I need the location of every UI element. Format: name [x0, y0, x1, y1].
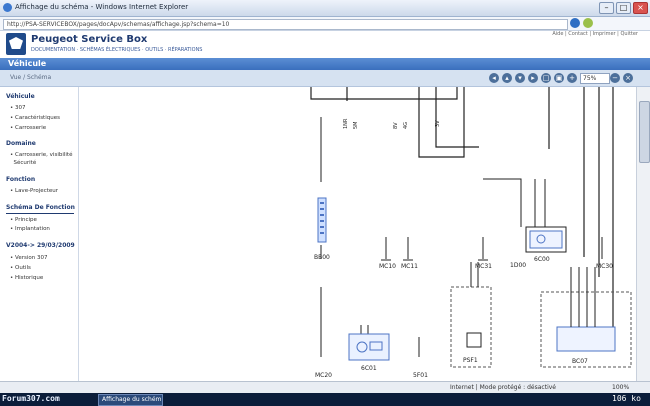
zoom-select[interactable]: 75%: [580, 73, 610, 84]
wire-label: 3V: [435, 120, 441, 127]
pan-right-icon[interactable]: ▸: [528, 73, 538, 83]
component-label: 1D00: [510, 262, 526, 269]
watermark-label: Forum307.com: [2, 394, 60, 403]
wire-label: 1NR: [343, 118, 349, 129]
sidebar-item-label: Caractéristiques: [15, 115, 60, 121]
sidebar-item[interactable]: • Lave-Projecteur: [10, 188, 58, 194]
sidebar-item-label: Carrosserie, visibilité: [15, 152, 73, 158]
section-title: Véhicule: [8, 59, 47, 68]
main-navigation[interactable]: DOCUMENTATION · SCHÉMAS ÉLECTRIQUES · OU…: [31, 47, 202, 53]
wiring-diagram[interactable]: BB00 1NR 5M 8V 4G 3V MC10 MC11 MC31 6C00…: [79, 87, 636, 381]
diagram-scrollbar[interactable]: [636, 87, 650, 381]
breadcrumb[interactable]: Vue / Schéma: [10, 74, 51, 81]
sidebar-item-label: Historique: [15, 275, 44, 281]
component-label: BC07: [572, 358, 588, 365]
wire-label: 4G: [403, 122, 409, 129]
pan-down-icon[interactable]: ▾: [515, 73, 525, 83]
close-button[interactable]: ×: [633, 2, 648, 14]
sidebar-heading-vehicle: Véhicule: [6, 93, 35, 100]
sidebar-item[interactable]: • Principe: [10, 217, 37, 223]
address-bar: http://PSA-SERVICEBOX/pages/docApv/schem…: [0, 17, 650, 31]
component-label: MC11: [401, 263, 418, 270]
window-titlebar: Affichage du schéma - Windows Internet E…: [0, 0, 650, 17]
wire-label: 5M: [353, 122, 359, 130]
sidebar-item[interactable]: • 307: [10, 105, 26, 111]
sidebar-item-label: Carrosserie: [15, 125, 47, 131]
component-label: MC20: [315, 372, 332, 379]
sidebar: Véhicule • 307 • Caractéristiques • Carr…: [0, 87, 79, 381]
window-controls: – □ ×: [599, 2, 648, 14]
security-zone: Internet | Mode protégé : désactivé: [450, 384, 556, 391]
maximize-button[interactable]: □: [616, 2, 631, 14]
sidebar-heading-function: Fonction: [6, 176, 36, 183]
page-zoom[interactable]: 100%: [612, 384, 629, 391]
sidebar-heading-scheme: Schéma De Fonction: [6, 204, 75, 211]
taskbar-window-button[interactable]: Affichage du schém...: [98, 394, 163, 406]
taskbar: Forum307.com Affichage du schém... 106 k…: [0, 393, 650, 406]
diagram-toolbar: Vue / Schéma ◂ ▴ ▾ ▸ □ ▣ + 75% − ×: [0, 70, 650, 87]
pan-up-icon[interactable]: ▴: [502, 73, 512, 83]
page-header: Peugeot Service Box DOCUMENTATION · SCHÉ…: [0, 31, 650, 58]
fit-page-icon[interactable]: □: [541, 73, 551, 83]
sidebar-item-label: Outils: [15, 265, 31, 271]
component-label: MC10: [379, 263, 396, 270]
sidebar-heading-version: V2004-> 29/03/2009: [6, 242, 75, 249]
zoom-in-icon[interactable]: +: [567, 73, 577, 83]
section-bar: Véhicule: [0, 58, 650, 70]
sidebar-item-label: Lave-Projecteur: [15, 188, 59, 194]
sidebar-item-label: Implantation: [15, 226, 50, 232]
sidebar-item[interactable]: • Historique: [10, 275, 43, 281]
sidebar-item[interactable]: • Outils: [10, 265, 31, 271]
component-label: PSF1: [463, 357, 478, 364]
window-title: Affichage du schéma - Windows Internet E…: [15, 3, 189, 11]
go-icon[interactable]: [583, 18, 593, 28]
sidebar-item[interactable]: Sécurité: [10, 160, 37, 166]
print-icon[interactable]: ▣: [554, 73, 564, 83]
peugeot-logo: [6, 33, 26, 55]
close-diagram-icon[interactable]: ×: [623, 73, 633, 83]
top-links[interactable]: Aide | Contact | Imprimer | Quitter: [552, 31, 638, 37]
sidebar-item[interactable]: • Implantation: [10, 226, 50, 232]
minimize-button[interactable]: –: [599, 2, 614, 14]
sidebar-item[interactable]: • Version 307: [10, 255, 47, 261]
zoom-out-icon[interactable]: −: [610, 73, 620, 83]
component-label: BB00: [314, 254, 330, 261]
component-label: 6C01: [361, 365, 377, 372]
sidebar-item[interactable]: • Caractéristiques: [10, 115, 60, 121]
pan-left-icon[interactable]: ◂: [489, 73, 499, 83]
internet-explorer-icon: [3, 3, 12, 12]
sidebar-item[interactable]: • Carrosserie, visibilité: [10, 152, 72, 158]
component-label: 5F01: [413, 372, 428, 379]
sidebar-item[interactable]: • Carrosserie: [10, 125, 46, 131]
brand-title: Peugeot Service Box: [31, 34, 148, 45]
component-label: 6C00: [534, 256, 550, 263]
refresh-icon[interactable]: [570, 18, 580, 28]
sidebar-item-label: Version 307: [15, 255, 48, 261]
url-field[interactable]: http://PSA-SERVICEBOX/pages/docApv/schem…: [3, 19, 568, 30]
component-label: MC30: [596, 263, 613, 270]
scrollbar-thumb[interactable]: [639, 101, 650, 163]
sidebar-item-label: Principe: [15, 217, 37, 223]
sidebar-item-label: 307: [15, 105, 26, 111]
sidebar-item-label: Sécurité: [13, 160, 37, 166]
wire-label: 8V: [393, 122, 399, 129]
sidebar-heading-domain: Domaine: [6, 140, 36, 147]
file-size-label: 106 ko: [612, 394, 641, 403]
sidebar-divider: [6, 213, 74, 214]
